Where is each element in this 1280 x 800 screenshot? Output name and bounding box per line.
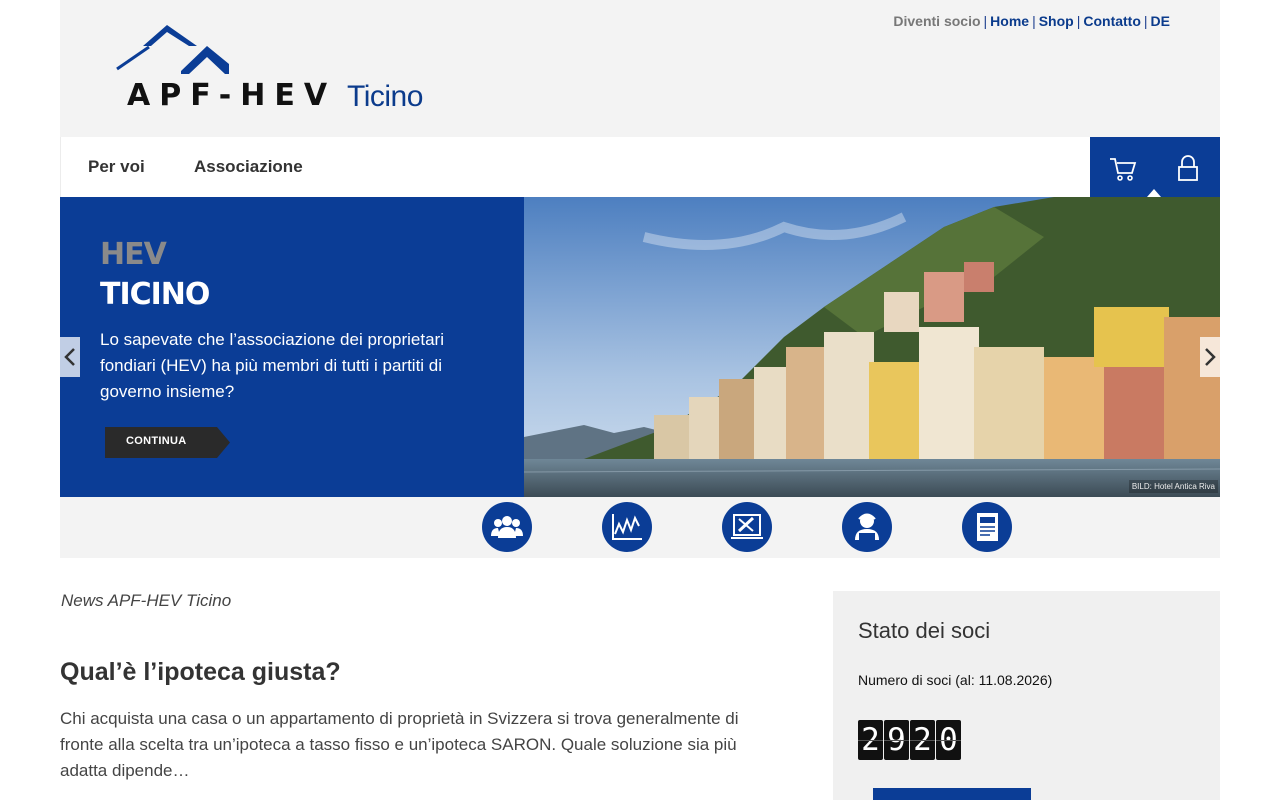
join-link[interactable]: Diventi socio [893,13,980,29]
advisor-icon[interactable] [842,502,892,552]
hero-kicker: HEV [100,237,167,272]
article-title[interactable]: Qual’è l’ipoteca giusta? [60,658,341,687]
continue-button-label: CONTINUA [126,435,187,447]
members-widget-title: Stato dei soci [858,618,991,643]
nav-actions [1090,137,1220,197]
site-header: APF-HEV Ticino Diventi socio | Home | Shop | C… [60,0,1220,137]
lakeside-village-photo [524,197,1220,497]
nav-item-associazione[interactable]: Associazione [194,157,303,177]
slider-prev-button[interactable] [60,337,80,377]
continue-button[interactable]: CONTINUA [105,427,230,458]
members-counter: 2 9 2 0 [858,720,961,760]
main-nav: Per voi Associazione [60,137,1220,197]
home-link[interactable]: Home [990,13,1029,29]
site-logo[interactable]: APF-HEV Ticino [115,22,435,117]
contact-link[interactable]: Contatto [1083,13,1141,29]
chart-icon[interactable] [602,502,652,552]
language-de-link[interactable]: DE [1151,13,1170,29]
nav-item-per-voi[interactable]: Per voi [88,157,145,177]
logo-name: APF-HEV [127,78,337,113]
members-count-caption: Numero di soci (al: 11.08.2026) [858,672,1053,688]
roof-logo-icon [116,25,229,74]
page: APF-HEV Ticino Diventi socio | Home | Shop | C… [60,0,1220,558]
article-excerpt: Chi acquista una casa o un appartamento … [60,709,739,780]
photo-credit: BILD: Hotel Antica Riva [1128,480,1218,493]
chevron-left-icon [64,348,75,366]
top-links: Diventi socio | Home | Shop | Contatto | DE [893,13,1170,29]
nav-caret [1147,189,1161,197]
news-icon[interactable] [962,502,1012,552]
counter-digit: 2 [910,720,935,760]
counter-digit: 0 [936,720,961,760]
join-button[interactable] [873,788,1031,800]
counter-digit: 9 [884,720,909,760]
hero-title: TICINO [100,277,210,312]
slider-next-button[interactable] [1200,337,1220,377]
members-widget: Stato dei soci Numero di soci (al: 11.08… [833,591,1220,800]
lock-icon[interactable] [1173,153,1203,183]
cart-icon[interactable] [1108,153,1138,183]
hero-text: Lo sapevate che l’associazione dei propr… [100,330,444,401]
members-icon[interactable] [482,502,532,552]
service-icons-row [60,497,1220,558]
chevron-right-icon [1205,348,1216,366]
logo-region: Ticino [347,80,423,113]
counter-digit: 2 [858,720,883,760]
tools-icon[interactable] [722,502,772,552]
hero-slider: HEV TICINO Lo sapevate che l’associazion… [60,197,1220,497]
section-label: News APF-HEV Ticino [61,591,232,610]
hero-panel: HEV TICINO Lo sapevate che l’associazion… [60,197,524,497]
shop-link[interactable]: Shop [1039,13,1074,29]
